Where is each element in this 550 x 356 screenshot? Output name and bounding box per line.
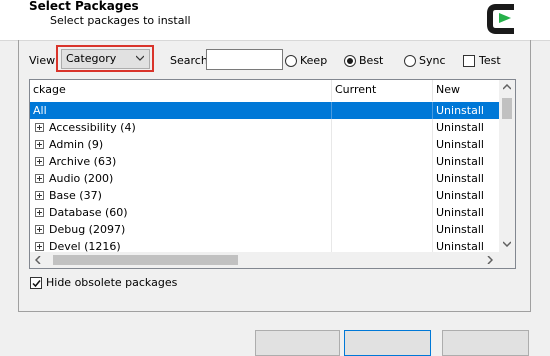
test-checkbox[interactable] — [463, 55, 475, 67]
column-divider — [331, 136, 332, 153]
package-name-cell: Audio (200) — [49, 172, 114, 185]
cygwin-logo-icon — [487, 4, 514, 34]
view-dropdown[interactable]: Category — [61, 49, 150, 69]
expand-plus-icon[interactable] — [35, 191, 44, 200]
package-list[interactable]: ckage Current New All Uninstall Accessibil… — [29, 79, 516, 269]
new-action-cell[interactable]: Uninstall — [436, 119, 484, 136]
column-divider — [331, 221, 332, 238]
bottom-divider — [18, 311, 530, 312]
new-action-cell[interactable]: Uninstall — [436, 187, 484, 204]
new-action-cell[interactable]: Uninstall — [436, 136, 484, 153]
header-band: Select Packages Select packages to insta… — [0, 0, 550, 41]
new-action-cell[interactable]: Uninstall — [436, 170, 484, 187]
new-action-cell[interactable]: Uninstall — [436, 153, 484, 170]
expand-plus-icon[interactable] — [35, 242, 44, 251]
column-divider — [432, 102, 433, 119]
new-action-cell[interactable]: Uninstall — [436, 221, 484, 238]
table-row[interactable]: Database (60) Uninstall — [30, 204, 500, 221]
page-subtitle: Select packages to install — [50, 14, 191, 27]
chevron-down-icon — [136, 55, 144, 61]
keep-radio[interactable] — [285, 55, 297, 67]
package-name-cell: Debug (2097) — [49, 223, 126, 236]
hide-obsolete-checkbox[interactable] — [30, 277, 42, 289]
back-button[interactable] — [255, 330, 340, 356]
best-radio-label[interactable]: Best — [359, 54, 383, 67]
view-label: View — [29, 54, 56, 67]
column-divider — [432, 170, 433, 187]
column-header-package[interactable]: ckage — [30, 80, 332, 101]
package-name-cell: Accessibility (4) — [49, 121, 136, 134]
frame-left-border — [18, 40, 19, 312]
column-divider — [432, 119, 433, 136]
table-row[interactable]: Debug (2097) Uninstall — [30, 221, 500, 238]
table-row[interactable]: All Uninstall — [30, 102, 500, 119]
package-name-cell: Database (60) — [49, 206, 128, 219]
keep-radio-label[interactable]: Keep — [300, 54, 327, 67]
vertical-scroll-thumb[interactable] — [502, 98, 512, 119]
column-divider — [331, 187, 332, 204]
scrollbar-corner — [499, 252, 515, 268]
column-divider — [432, 204, 433, 221]
cancel-button[interactable] — [442, 330, 529, 356]
best-radio[interactable] — [344, 55, 356, 67]
table-row[interactable]: Base (37) Uninstall — [30, 187, 500, 204]
expand-plus-icon[interactable] — [35, 140, 44, 149]
table-row[interactable]: Admin (9) Uninstall — [30, 136, 500, 153]
column-divider — [331, 119, 332, 136]
scroll-left-arrow-icon[interactable] — [35, 256, 41, 264]
column-divider — [432, 221, 433, 238]
package-name-cell: Admin (9) — [49, 138, 104, 151]
horizontal-scrollbar[interactable] — [30, 252, 499, 268]
horizontal-scroll-thumb[interactable] — [53, 255, 238, 265]
expand-plus-icon[interactable] — [35, 123, 44, 132]
package-name-cell: Archive (63) — [49, 155, 117, 168]
new-action-cell[interactable]: Uninstall — [436, 204, 484, 221]
search-input[interactable] — [206, 49, 283, 70]
new-action-cell[interactable]: Uninstall — [436, 102, 484, 119]
view-dropdown-value: Category — [66, 52, 117, 65]
checkmark-icon — [32, 280, 41, 288]
column-header-current[interactable]: Current — [332, 80, 433, 101]
expand-plus-icon[interactable] — [35, 157, 44, 166]
table-row[interactable]: Accessibility (4) Uninstall — [30, 119, 500, 136]
expand-plus-icon[interactable] — [35, 174, 44, 183]
scroll-down-arrow-icon[interactable] — [503, 241, 511, 247]
column-divider — [331, 153, 332, 170]
page-title: Select Packages — [29, 0, 139, 13]
column-divider — [331, 102, 332, 119]
package-name-cell: Base (37) — [49, 189, 102, 202]
test-checkbox-label[interactable]: Test — [479, 54, 501, 67]
next-button[interactable] — [344, 330, 431, 356]
scroll-up-arrow-icon[interactable] — [503, 84, 511, 90]
column-divider — [331, 170, 332, 187]
hide-obsolete-label[interactable]: Hide obsolete packages — [46, 276, 177, 289]
frame-right-border — [530, 40, 531, 312]
expand-plus-icon[interactable] — [35, 225, 44, 234]
expand-plus-icon[interactable] — [35, 208, 44, 217]
column-header-new[interactable]: New — [433, 80, 500, 101]
column-divider — [432, 153, 433, 170]
column-divider — [331, 204, 332, 221]
radio-selected-dot — [347, 58, 353, 64]
sync-radio[interactable] — [404, 55, 416, 67]
column-divider — [432, 187, 433, 204]
table-row[interactable]: Archive (63) Uninstall — [30, 153, 500, 170]
package-name-cell: All — [33, 104, 47, 117]
table-row[interactable]: Audio (200) Uninstall — [30, 170, 500, 187]
sync-radio-label[interactable]: Sync — [419, 54, 446, 67]
search-label: Search — [170, 54, 208, 67]
scroll-right-arrow-icon[interactable] — [487, 256, 493, 264]
vertical-scrollbar[interactable] — [499, 80, 515, 252]
column-divider — [432, 136, 433, 153]
